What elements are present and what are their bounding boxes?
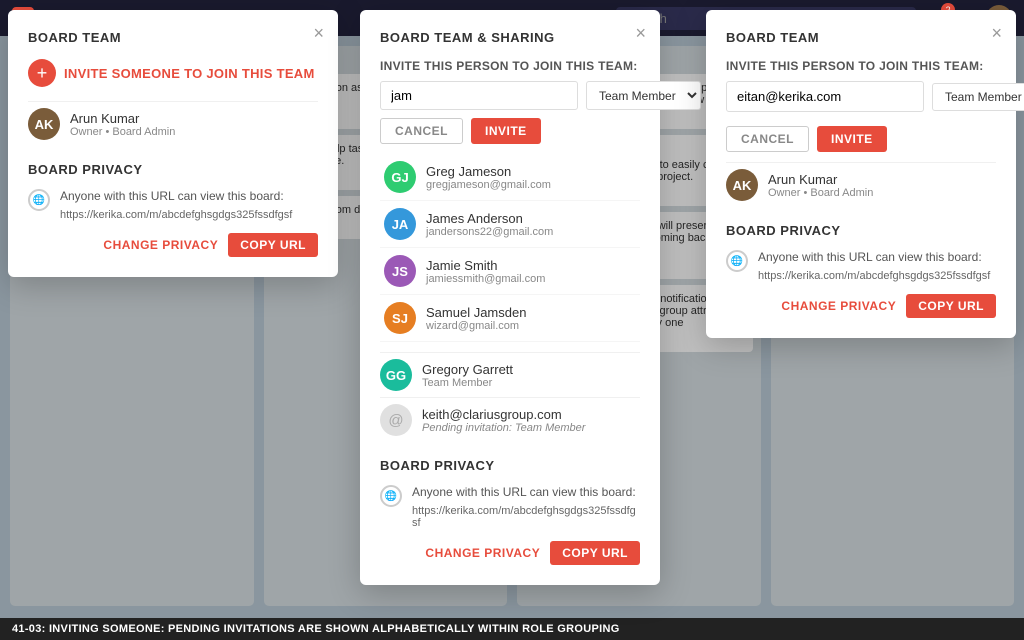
suggestion-email: wizard@gmail.com [426, 320, 526, 332]
dialog-title: BOARD TEAM & SHARING [380, 30, 640, 45]
suggestion-avatar: GJ [384, 161, 416, 193]
suggestion-info: James Anderson jandersons22@gmail.com [426, 211, 553, 238]
privacy-text: Anyone with this URL can view this board… [758, 248, 990, 266]
suggestion-avatar: JS [384, 255, 416, 287]
suggestion-name: Greg Jameson [426, 164, 551, 179]
copy-url-button[interactable]: COPY URL [550, 541, 640, 565]
pending-email: keith@clariusgroup.com [422, 407, 640, 422]
privacy-globe-icon: 🌐 [28, 189, 50, 211]
invite-plus-icon[interactable]: + [28, 59, 56, 87]
invite-actions: CANCEL INVITE [726, 126, 996, 152]
privacy-url: https://kerika.com/m/abcdefghsgdgs325fss… [60, 209, 292, 221]
privacy-info: Anyone with this URL can view this board… [60, 187, 292, 221]
invite-label[interactable]: INVITE SOMEONE TO JOIN THIS TEAM [64, 66, 315, 81]
role-select[interactable]: Team Member Board Admin Observer [586, 81, 701, 110]
section-privacy-title: BOARD PRIVACY [28, 162, 318, 177]
right-invite-row: Team Member Board Admin Observer [726, 81, 996, 112]
privacy-row: 🌐 Anyone with this URL can view this boa… [380, 483, 640, 529]
member-info: Arun Kumar Owner • Board Admin [70, 111, 318, 138]
member-info: Gregory Garrett Team Member [422, 362, 640, 389]
member-role: Owner • Board Admin [768, 187, 996, 199]
invite-input-row: Team Member Board Admin Observer [380, 81, 640, 110]
change-privacy-button[interactable]: CHANGE PRIVACY [781, 299, 896, 313]
member-name: Arun Kumar [70, 111, 318, 126]
dialog-title: BOARD TEAM [726, 30, 996, 45]
suggestion-email: gregjameson@gmail.com [426, 179, 551, 191]
member-avatar: GG [380, 359, 412, 391]
suggestion-email: jamiessmith@gmail.com [426, 273, 545, 285]
cancel-button[interactable]: CANCEL [726, 126, 809, 152]
privacy-actions: CHANGE PRIVACY COPY URL [28, 233, 318, 257]
dialog-board-team-left: BOARD TEAM × + INVITE SOMEONE TO JOIN TH… [8, 10, 338, 277]
section-privacy-title: BOARD PRIVACY [726, 223, 996, 238]
member-avatar: AK [28, 108, 60, 140]
dialog-board-team-right: BOARD TEAM × INVITE THIS PERSON TO JOIN … [706, 10, 1016, 338]
invite-row[interactable]: + INVITE SOMEONE TO JOIN THIS TEAM [28, 59, 318, 87]
member-info: Arun Kumar Owner • Board Admin [768, 172, 996, 199]
privacy-globe-icon: 🌐 [726, 250, 748, 272]
privacy-actions: CHANGE PRIVACY COPY URL [380, 541, 640, 565]
invite-email-input[interactable] [726, 81, 924, 112]
privacy-info: Anyone with this URL can view this board… [758, 248, 990, 282]
close-button[interactable]: × [635, 24, 646, 42]
member-role: Team Member [422, 377, 640, 389]
section-privacy-title: BOARD PRIVACY [380, 458, 640, 473]
member-row: GG Gregory Garrett Team Member [380, 352, 640, 397]
member-name: Arun Kumar [768, 172, 996, 187]
copy-url-button[interactable]: COPY URL [906, 294, 996, 318]
invite-actions: CANCEL INVITE [380, 118, 640, 144]
member-avatar: AK [726, 169, 758, 201]
pending-row: @ keith@clariusgroup.com Pending invitat… [380, 397, 640, 442]
member-row: AK Arun Kumar Owner • Board Admin [726, 162, 996, 207]
cancel-button[interactable]: CANCEL [380, 118, 463, 144]
close-button[interactable]: × [313, 24, 324, 42]
suggestion-info: Samuel Jamsden wizard@gmail.com [426, 305, 526, 332]
suggestion-item[interactable]: SJ Samuel Jamsden wizard@gmail.com [380, 295, 640, 342]
suggestion-info: Greg Jameson gregjameson@gmail.com [426, 164, 551, 191]
suggestion-item[interactable]: JA James Anderson jandersons22@gmail.com [380, 201, 640, 248]
privacy-url: https://kerika.com/m/abcdefghsgdgs325fss… [758, 270, 990, 282]
invite-subtitle: INVITE THIS PERSON TO JOIN THIS TEAM: [380, 59, 640, 73]
suggestion-list: GJ Greg Jameson gregjameson@gmail.com JA… [380, 154, 640, 342]
role-select[interactable]: Team Member Board Admin Observer [932, 83, 1024, 111]
suggestion-item[interactable]: GJ Greg Jameson gregjameson@gmail.com [380, 154, 640, 201]
invite-subtitle: INVITE THIS PERSON TO JOIN THIS TEAM: [726, 59, 996, 73]
bottom-bar-text: 41-03: INVITING SOMEONE: PENDING INVITAT… [12, 623, 620, 635]
member-row: AK Arun Kumar Owner • Board Admin [28, 101, 318, 146]
privacy-url: https://kerika.com/m/abcdefghsgdgs325fss… [412, 505, 640, 529]
copy-url-button[interactable]: COPY URL [228, 233, 318, 257]
member-role: Owner • Board Admin [70, 126, 318, 138]
invite-input[interactable] [380, 81, 578, 110]
pending-avatar: @ [380, 404, 412, 436]
suggestion-avatar: SJ [384, 302, 416, 334]
close-button[interactable]: × [991, 24, 1002, 42]
suggestion-email: jandersons22@gmail.com [426, 226, 553, 238]
privacy-info: Anyone with this URL can view this board… [412, 483, 640, 529]
suggestion-item[interactable]: JS Jamie Smith jamiessmith@gmail.com [380, 248, 640, 295]
privacy-globe-icon: 🌐 [380, 485, 402, 507]
privacy-text: Anyone with this URL can view this board… [412, 483, 640, 501]
change-privacy-button[interactable]: CHANGE PRIVACY [103, 238, 218, 252]
suggestion-name: Jamie Smith [426, 258, 545, 273]
suggestion-avatar: JA [384, 208, 416, 240]
dialog-board-team-sharing: BOARD TEAM & SHARING × INVITE THIS PERSO… [360, 10, 660, 585]
suggestion-info: Jamie Smith jamiessmith@gmail.com [426, 258, 545, 285]
change-privacy-button[interactable]: CHANGE PRIVACY [425, 546, 540, 560]
invite-button[interactable]: INVITE [817, 126, 887, 152]
privacy-actions: CHANGE PRIVACY COPY URL [726, 294, 996, 318]
suggestion-name: James Anderson [426, 211, 553, 226]
suggestion-name: Samuel Jamsden [426, 305, 526, 320]
pending-info: keith@clariusgroup.com Pending invitatio… [422, 407, 640, 434]
pending-status: Pending invitation: Team Member [422, 422, 640, 434]
privacy-row: 🌐 Anyone with this URL can view this boa… [28, 187, 318, 221]
invite-button[interactable]: INVITE [471, 118, 541, 144]
privacy-text: Anyone with this URL can view this board… [60, 187, 292, 205]
privacy-row: 🌐 Anyone with this URL can view this boa… [726, 248, 996, 282]
dialog-title: BOARD TEAM [28, 30, 318, 45]
member-name: Gregory Garrett [422, 362, 640, 377]
bottom-bar: 41-03: INVITING SOMEONE: PENDING INVITAT… [0, 618, 1024, 640]
